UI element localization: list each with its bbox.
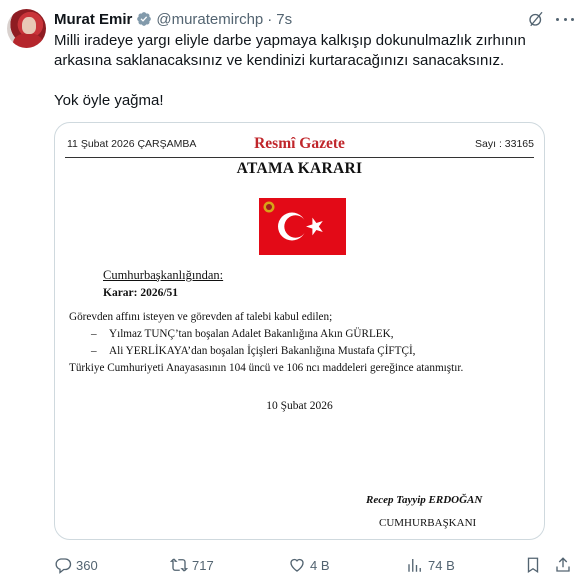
action-bar: 360 717 4 B 74 B (0, 555, 581, 577)
decision-item-text: Ali YERLİKAYA’dan boşalan İçişleri Bakan… (109, 345, 416, 357)
decision-item-text: Yılmaz TUNÇ’tan boşalan Adalet Bakanlığı… (109, 328, 394, 340)
decision-item: – Ali YERLİKAYA’dan boşalan İçişleri Baka… (91, 345, 415, 357)
sign-date: 10 Şubat 2026 (266, 400, 333, 412)
repost-button[interactable]: 717 (170, 555, 214, 575)
tweet-text: Milli iradeye yargı eliyle darbe yapmaya… (54, 31, 564, 111)
separator-dot: · (267, 10, 273, 28)
signer-title: CUMHURBAŞKANI (379, 517, 477, 529)
reply-button[interactable]: 360 (54, 555, 98, 575)
avatar-face (22, 17, 36, 34)
author-name[interactable]: Murat Emir (54, 11, 132, 28)
share-button[interactable] (554, 555, 576, 575)
repost-icon (170, 558, 188, 572)
more-icon[interactable] (556, 10, 574, 28)
grok-icon[interactable] (527, 10, 545, 28)
like-count: 4 B (310, 557, 330, 573)
bookmark-icon (527, 557, 539, 574)
reply-count: 360 (76, 557, 98, 573)
gazette-title: Resmî Gazete (254, 135, 345, 152)
views-count: 74 B (428, 557, 455, 573)
signer-name: Recep Tayyip ERDOĞAN (366, 494, 483, 506)
repost-count: 717 (192, 557, 214, 573)
decision-title: ATAMA KARARI (236, 160, 363, 177)
gazette-issue: Sayı : 33165 (475, 138, 534, 150)
timestamp[interactable]: 7s (276, 11, 292, 28)
tweet-text-line: Milli iradeye yargı eliyle darbe yapmaya… (54, 32, 526, 49)
turkish-flag (259, 198, 346, 255)
views-button[interactable]: 74 B (406, 555, 455, 575)
gazette-header: 11 Şubat 2026 ÇARŞAMBA Resmî Gazete Sayı… (65, 135, 534, 153)
bookmark-button[interactable] (524, 555, 546, 575)
like-icon (290, 558, 304, 572)
list-dash: – (91, 345, 97, 357)
gazette-divider (65, 157, 534, 158)
decision-line: Görevden affını isteyen ve görevden af t… (69, 311, 333, 323)
avatar[interactable] (7, 9, 46, 48)
attached-image[interactable]: 11 Şubat 2026 ÇARŞAMBA Resmî Gazete Sayı… (54, 122, 545, 540)
decision-number: Karar: 2026/51 (103, 287, 179, 299)
tweet-text-line: arkasına saklanacaksınız ve kendinizi ku… (54, 52, 505, 69)
share-icon (556, 557, 570, 572)
more-dot (571, 17, 574, 21)
decision-line: Türkiye Cumhuriyeti Anayasasının 104 ünc… (69, 362, 464, 374)
more-dot (563, 17, 567, 21)
views-icon (408, 559, 421, 572)
tweet-header: Murat Emir @muratemirchp · 7s (54, 9, 292, 29)
tweet: Murat Emir @muratemirchp · 7s Milli irad… (0, 0, 581, 583)
list-dash: – (91, 328, 97, 340)
decision-item: – Yılmaz TUNÇ’tan boşalan Adalet Bakanlığ… (91, 328, 394, 340)
reply-icon (55, 558, 72, 574)
issuer: Cumhurbaşkanlığından: (103, 268, 224, 282)
like-button[interactable]: 4 B (288, 555, 330, 575)
more-dot (556, 17, 559, 21)
author-handle[interactable]: @muratemirchp (156, 11, 263, 28)
verified-icon (137, 12, 152, 26)
tweet-text-line: Yok öyle yağma! (54, 92, 164, 109)
avatar-shirt (13, 33, 43, 48)
